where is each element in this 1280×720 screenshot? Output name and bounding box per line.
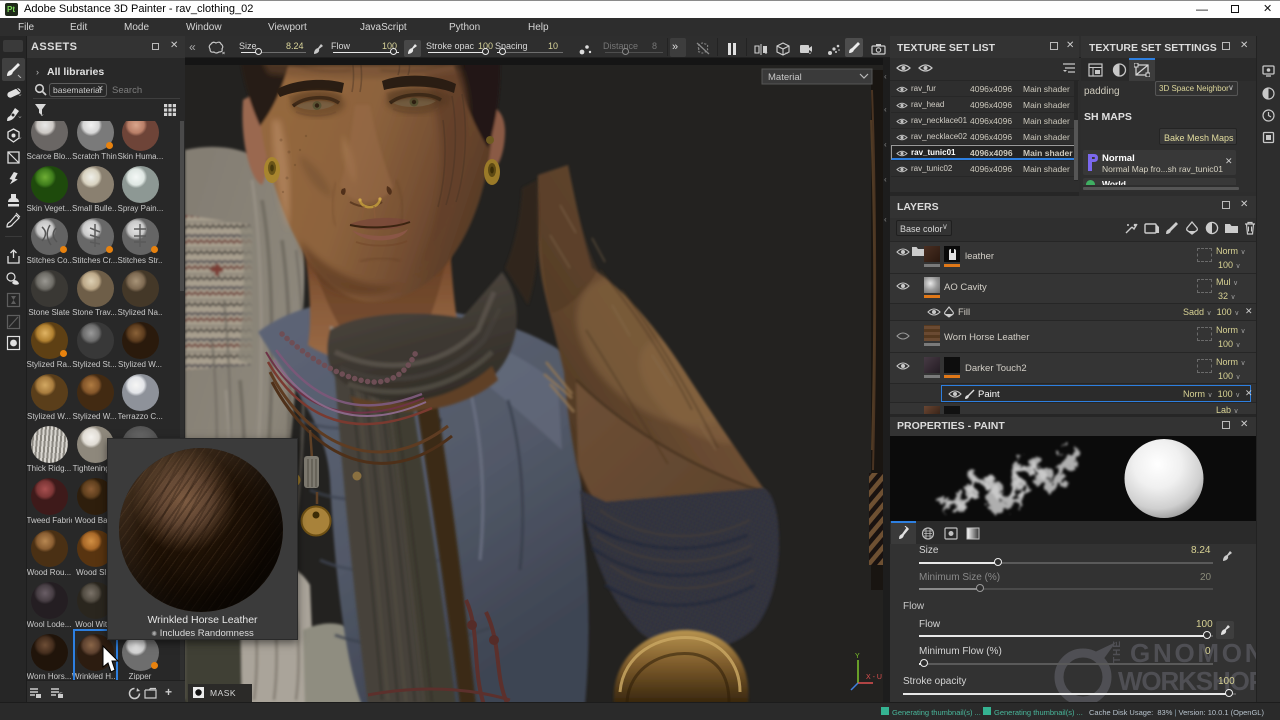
svg-text:X - U: X - U (866, 674, 882, 681)
svg-text:MASK: MASK (210, 688, 236, 698)
svg-text:Y: Y (855, 653, 860, 660)
svg-text:Material: Material (768, 72, 802, 83)
